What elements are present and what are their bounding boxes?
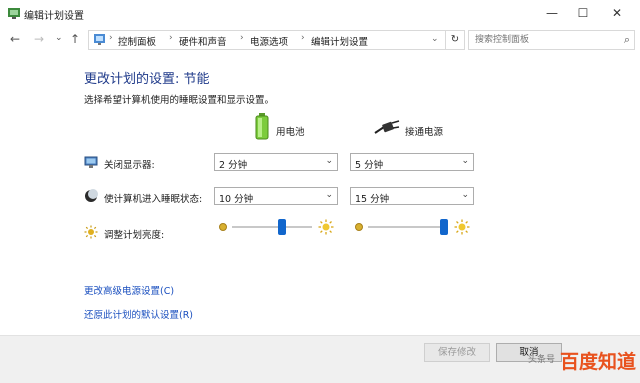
maximize-button[interactable]: ☐ <box>566 0 600 26</box>
sleep-battery-value: 10 分钟 <box>219 194 254 205</box>
sleep-moon-icon <box>85 189 98 202</box>
power-options-icon <box>8 8 20 19</box>
up-arrow-icon[interactable]: ↑ <box>70 32 80 46</box>
advanced-power-settings-link[interactable]: 更改高级电源设置(C) <box>84 283 174 297</box>
slider-thumb[interactable] <box>440 219 448 235</box>
brightness-icon <box>84 225 98 239</box>
battery-icon <box>255 113 269 140</box>
breadcrumb-separator: › <box>169 33 173 43</box>
refresh-button[interactable]: ↻ <box>445 30 465 50</box>
sleep-label: 使计算机进入睡眠状态: <box>104 194 203 205</box>
control-panel-icon <box>94 34 105 45</box>
bright-sun-icon <box>318 219 334 235</box>
breadcrumb-power-options[interactable]: 电源选项 <box>250 34 288 48</box>
close-button[interactable]: ✕ <box>600 0 634 26</box>
brightness-plugged-slider[interactable] <box>354 219 474 235</box>
chevron-down-icon: ⌄ <box>461 190 469 200</box>
display-off-plugged-value: 5 分钟 <box>355 160 384 171</box>
breadcrumb-control-panel[interactable]: 控制面板 <box>118 34 156 48</box>
back-arrow-icon[interactable]: ← <box>10 32 20 46</box>
bright-sun-icon <box>454 219 470 235</box>
chevron-down-icon: ⌄ <box>461 156 469 166</box>
minimize-button[interactable]: — <box>535 0 569 26</box>
display-off-battery-value: 2 分钟 <box>219 160 248 171</box>
slider-track <box>232 226 312 228</box>
title-bar: 编辑计划设置 — ☐ ✕ <box>0 0 640 26</box>
forward-arrow-icon[interactable]: → <box>34 32 44 46</box>
window-title: 编辑计划设置 <box>24 11 84 22</box>
address-dropdown-icon[interactable]: ⌄ <box>431 34 439 44</box>
chevron-down-icon: ⌄ <box>325 156 333 166</box>
page-title: 更改计划的设置: 节能 <box>84 72 210 87</box>
sleep-plugged-select[interactable]: 15 分钟 ⌄ <box>350 187 474 205</box>
display-off-battery-select[interactable]: 2 分钟 ⌄ <box>214 153 338 171</box>
breadcrumb-separator: › <box>240 33 244 43</box>
chevron-down-icon: ⌄ <box>325 190 333 200</box>
breadcrumb-hardware-sound[interactable]: 硬件和声音 <box>179 34 227 48</box>
dim-sun-icon <box>355 223 363 231</box>
turn-off-display-label: 关闭显示器: <box>104 160 155 171</box>
address-bar[interactable]: › 控制面板 › 硬件和声音 › 电源选项 › 编辑计划设置 ⌄ <box>88 30 446 50</box>
watermark-brand: 百度知道 <box>560 351 637 373</box>
breadcrumb-separator: › <box>301 33 305 43</box>
breadcrumb-separator: › <box>109 33 113 43</box>
restore-defaults-link[interactable]: 还原此计划的默认设置(R) <box>84 307 193 321</box>
dim-sun-icon <box>219 223 227 231</box>
slider-thumb[interactable] <box>277 219 286 235</box>
battery-column-label: 用电池 <box>276 127 305 138</box>
search-input[interactable] <box>473 31 612 49</box>
power-plug-icon <box>374 120 400 134</box>
display-off-plugged-select[interactable]: 5 分钟 ⌄ <box>350 153 474 171</box>
monitor-icon <box>84 156 98 168</box>
plugged-in-column-label: 接通电源 <box>405 127 444 138</box>
slider-track <box>368 226 448 228</box>
watermark-source: 头条号 <box>528 355 556 365</box>
sleep-plugged-value: 15 分钟 <box>355 194 390 205</box>
brightness-battery-slider[interactable] <box>218 219 338 235</box>
sleep-battery-select[interactable]: 10 分钟 ⌄ <box>214 187 338 205</box>
page-description: 选择希望计算机使用的睡眠设置和显示设置。 <box>84 95 275 106</box>
search-icon[interactable]: ⌕ <box>624 33 630 47</box>
breadcrumb-edit-plan[interactable]: 编辑计划设置 <box>311 34 368 48</box>
search-box[interactable]: ⌕ <box>468 30 635 50</box>
save-changes-button[interactable]: 保存修改 <box>424 343 490 362</box>
recent-locations-icon[interactable]: ⌄ <box>55 33 63 43</box>
brightness-label: 调整计划亮度: <box>104 230 165 241</box>
